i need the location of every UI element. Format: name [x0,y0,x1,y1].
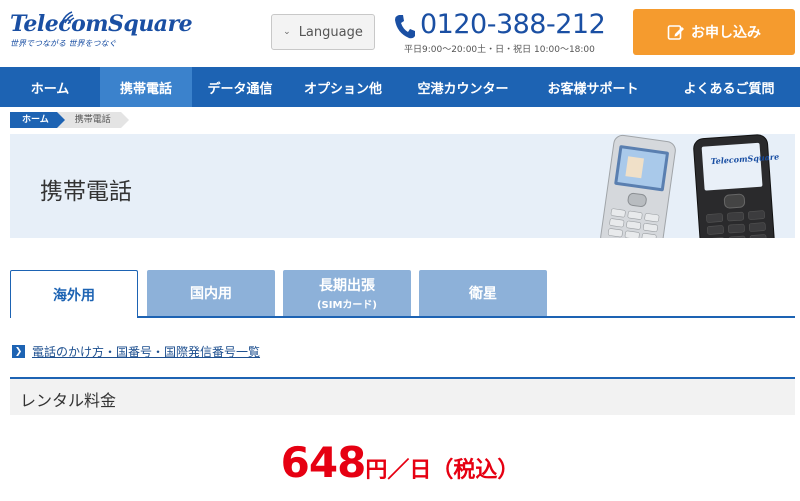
phone-icon [395,15,415,39]
price-unit: 円／日（税込） [365,458,520,483]
apply-button[interactable]: お申し込み [633,9,795,55]
phone-hours: 平日9:00〜20:00土・日・祝日 10:00〜18:00 [404,45,595,55]
tab-label: 衛星 [469,286,497,302]
tab-label: 海外用 [53,287,95,304]
chevron-right-icon: ❯ [12,345,25,358]
hero-banner: 携帯電話 TelecomSquare [10,134,795,238]
tab-domestic[interactable]: 国内用 [147,270,275,316]
tab-bar: 海外用 国内用 長期出張 (SIMカード) 衛星 [10,270,795,318]
rental-fee-section: レンタル料金 [10,377,795,415]
apply-label: お申し込み [691,25,761,41]
phone-contact[interactable]: 0120-388-212 平日9:00〜20:00土・日・祝日 10:00〜18… [393,9,618,55]
nav-item-airport-counter[interactable]: 空港カウンター [398,67,528,107]
logo-wordmark: TelecomSquare [10,11,193,37]
site-logo[interactable]: TelecomSquare 世界でつながる 世界をつなぐ [10,11,193,54]
nav-item-options[interactable]: オプション他 [288,67,398,107]
site-header: TelecomSquare 世界でつながる 世界をつなぐ ⌄ Language … [0,0,800,67]
page-title: 携帯電話 [40,179,132,205]
logo-tagline: 世界でつながる 世界をつなぐ [10,39,117,48]
section-title: レンタル料金 [20,391,117,410]
chevron-down-icon: ⌄ [283,27,291,37]
edit-icon [667,25,684,40]
tab-sublabel: (SIMカード) [316,300,377,311]
nav-item-data[interactable]: データ通信 [192,67,288,107]
breadcrumb: ホーム 携帯電話 [10,112,129,128]
tab-satellite[interactable]: 衛星 [419,270,547,316]
breadcrumb-home[interactable]: ホーム [10,112,65,128]
language-button[interactable]: ⌄ Language [271,14,375,50]
dialing-guide-link[interactable]: ❯ 電話のかけ方・国番号・国際発信番号一覧 [12,343,260,360]
dialing-guide-text: 電話のかけ方・国番号・国際発信番号一覧 [32,345,261,359]
price-display: 648円／日（税込） [0,438,800,487]
price-amount: 648 [280,438,367,487]
nav-item-home[interactable]: ホーム [0,67,100,107]
signal-wave-icon [61,11,75,24]
tab-overseas[interactable]: 海外用 [10,270,138,318]
tab-long-term[interactable]: 長期出張 (SIMカード) [283,270,411,316]
nav-item-mobile-phone[interactable]: 携帯電話 [100,67,192,107]
breadcrumb-current: 携帯電話 [56,112,129,128]
phone-number: 0120-388-212 [420,9,606,40]
tab-label: 国内用 [190,286,232,302]
language-label: Language [298,24,363,40]
main-nav: ホーム 携帯電話 データ通信 オプション他 空港カウンター お客様サポート よく… [0,67,800,107]
nav-item-faq[interactable]: よくあるご質問 [658,67,800,107]
nav-item-support[interactable]: お客様サポート [528,67,658,107]
tab-label: 長期出張 [319,278,375,294]
phones-image: TelecomSquare [600,134,779,238]
